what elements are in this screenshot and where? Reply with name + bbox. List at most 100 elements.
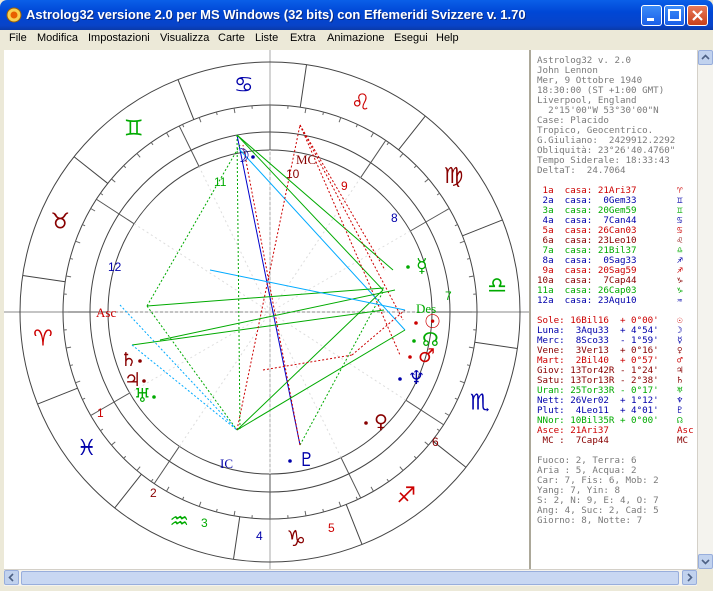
- menu-extra[interactable]: Extra: [290, 32, 316, 44]
- degree-tick: [444, 208, 450, 212]
- scroll-left-button[interactable]: [4, 570, 19, 585]
- arrow-up-icon: [701, 54, 710, 60]
- info-stats-line: Giorno: 8, Notte: 7: [537, 515, 643, 526]
- degree-tick: [413, 165, 417, 169]
- chart-canvas[interactable]: ♈ ♉ ♊ ♋ ♌ ♍ ♎ ♏ ♐ ♑ ♒ ♓ 1 2 3 4 5 6 7 8 9 10 11 12 ☽ ☿ ☉ ☊ ♂ ♆ ♀ ♇ ♄ ♃ ♅ As…: [4, 50, 530, 569]
- degree-tick: [66, 275, 72, 278]
- aspect-line: [351, 309, 406, 356]
- degree-tick: [304, 510, 307, 516]
- menu-modifica[interactable]: Modifica: [37, 32, 78, 44]
- degree-tick: [370, 486, 374, 492]
- title-bar[interactable]: Astrolog32 versione 2.0 per MS Windows (…: [0, 0, 713, 30]
- degree-tick: [150, 478, 154, 482]
- degree-tick: [454, 224, 458, 227]
- degree-tick: [436, 428, 440, 432]
- house-number: 9: [341, 179, 348, 193]
- menu-impostazioni[interactable]: Impostazioni: [88, 32, 150, 44]
- degree-tick: [454, 397, 458, 400]
- ic-angle-label: IC: [220, 456, 233, 471]
- vertical-scrollbar[interactable]: [697, 50, 713, 569]
- degree-tick: [355, 496, 358, 500]
- maximize-button[interactable]: [664, 5, 685, 26]
- maximize-icon: [668, 9, 681, 21]
- arrow-left-icon: [8, 573, 14, 582]
- zodiac-sign-icon: ♈: [33, 326, 53, 351]
- node-marker: [412, 339, 416, 343]
- zodiac-sign-icon: ♋: [234, 73, 254, 98]
- degree-tick: [399, 153, 404, 158]
- degree-tick: [466, 364, 471, 367]
- menu-visualizza[interactable]: Visualizza: [160, 32, 209, 44]
- degree-tick: [111, 441, 116, 446]
- degree-tick: [136, 153, 141, 158]
- degree-tick: [136, 466, 141, 471]
- close-button[interactable]: [687, 5, 708, 26]
- degree-tick: [198, 501, 202, 507]
- info-header-line: DeltaT: 24.7064: [537, 165, 626, 176]
- planet-glyph-icon: MC: [677, 435, 689, 446]
- house-cusp-ray: [133, 223, 271, 313]
- degree-tick: [69, 257, 74, 260]
- menu-esegui[interactable]: Esegui: [394, 32, 428, 44]
- menu-help[interactable]: Help: [436, 32, 459, 44]
- zodiac-sign-icon: ♎: [487, 274, 507, 299]
- menu-animazione[interactable]: Animazione: [327, 32, 384, 44]
- house-number: 2: [150, 486, 157, 500]
- uranus-marker: [152, 395, 156, 399]
- sign-boundary: [345, 504, 363, 545]
- house-number: 7: [445, 289, 452, 303]
- degree-tick: [215, 111, 218, 116]
- degree-tick: [338, 117, 342, 123]
- neptune-marker: [398, 377, 402, 381]
- degree-tick: [413, 455, 417, 459]
- degree-tick: [322, 111, 325, 116]
- sign-boundary: [398, 115, 426, 151]
- mercury-icon: ☿: [416, 255, 428, 277]
- saturn-marker: [138, 359, 142, 363]
- sun-marker: [414, 321, 418, 325]
- degree-tick: [233, 510, 236, 516]
- degree-tick: [100, 192, 104, 196]
- house-number: 8: [391, 211, 398, 225]
- degree-tick: [468, 346, 474, 349]
- aspect-line: [209, 269, 406, 311]
- zodiac-sign-icon: ♓: [77, 436, 97, 461]
- scroll-up-button[interactable]: [698, 50, 713, 65]
- house-cusp-ray: [269, 230, 411, 313]
- house-number: 1: [97, 406, 104, 420]
- minimize-button[interactable]: [641, 5, 662, 26]
- scroll-down-button[interactable]: [698, 554, 713, 569]
- pluto-marker: [288, 459, 292, 463]
- aspect-line: [262, 354, 353, 371]
- degree-tick: [166, 486, 170, 492]
- venus-marker: [364, 421, 368, 425]
- saturn-icon: ♄: [120, 349, 137, 371]
- menu-bar: File Modifica Impostazioni Visualizza Ca…: [0, 30, 713, 49]
- menu-file[interactable]: File: [9, 32, 27, 44]
- house-cusp-ray: [269, 311, 407, 401]
- degree-tick: [424, 178, 429, 183]
- scroll-thumb[interactable]: [21, 571, 679, 585]
- house-cusp-ray: [269, 311, 342, 458]
- scroll-right-button[interactable]: [682, 570, 697, 585]
- menu-liste[interactable]: Liste: [255, 32, 278, 44]
- degree-tick: [90, 412, 96, 416]
- pluto-icon: ♇: [298, 449, 315, 471]
- sign-boundary: [22, 274, 66, 283]
- window-title: Astrolog32 versione 2.0 per MS Windows (…: [26, 7, 526, 22]
- degree-tick: [90, 208, 96, 212]
- house-number: 6: [432, 435, 439, 449]
- degree-tick: [399, 466, 404, 471]
- horizontal-scrollbar[interactable]: [4, 569, 697, 586]
- mars-marker: [408, 355, 412, 359]
- degree-tick: [182, 496, 185, 500]
- sign-boundary: [114, 473, 142, 509]
- sign-boundary: [299, 64, 308, 108]
- sign-boundary: [177, 79, 195, 120]
- degree-tick: [69, 364, 74, 367]
- zodiac-sign-icon: ♊: [124, 117, 144, 142]
- menu-carte[interactable]: Carte: [218, 32, 245, 44]
- mc-angle-label: MC: [296, 152, 316, 167]
- house-cusp-line: [178, 125, 200, 167]
- house-number: 5: [328, 521, 335, 535]
